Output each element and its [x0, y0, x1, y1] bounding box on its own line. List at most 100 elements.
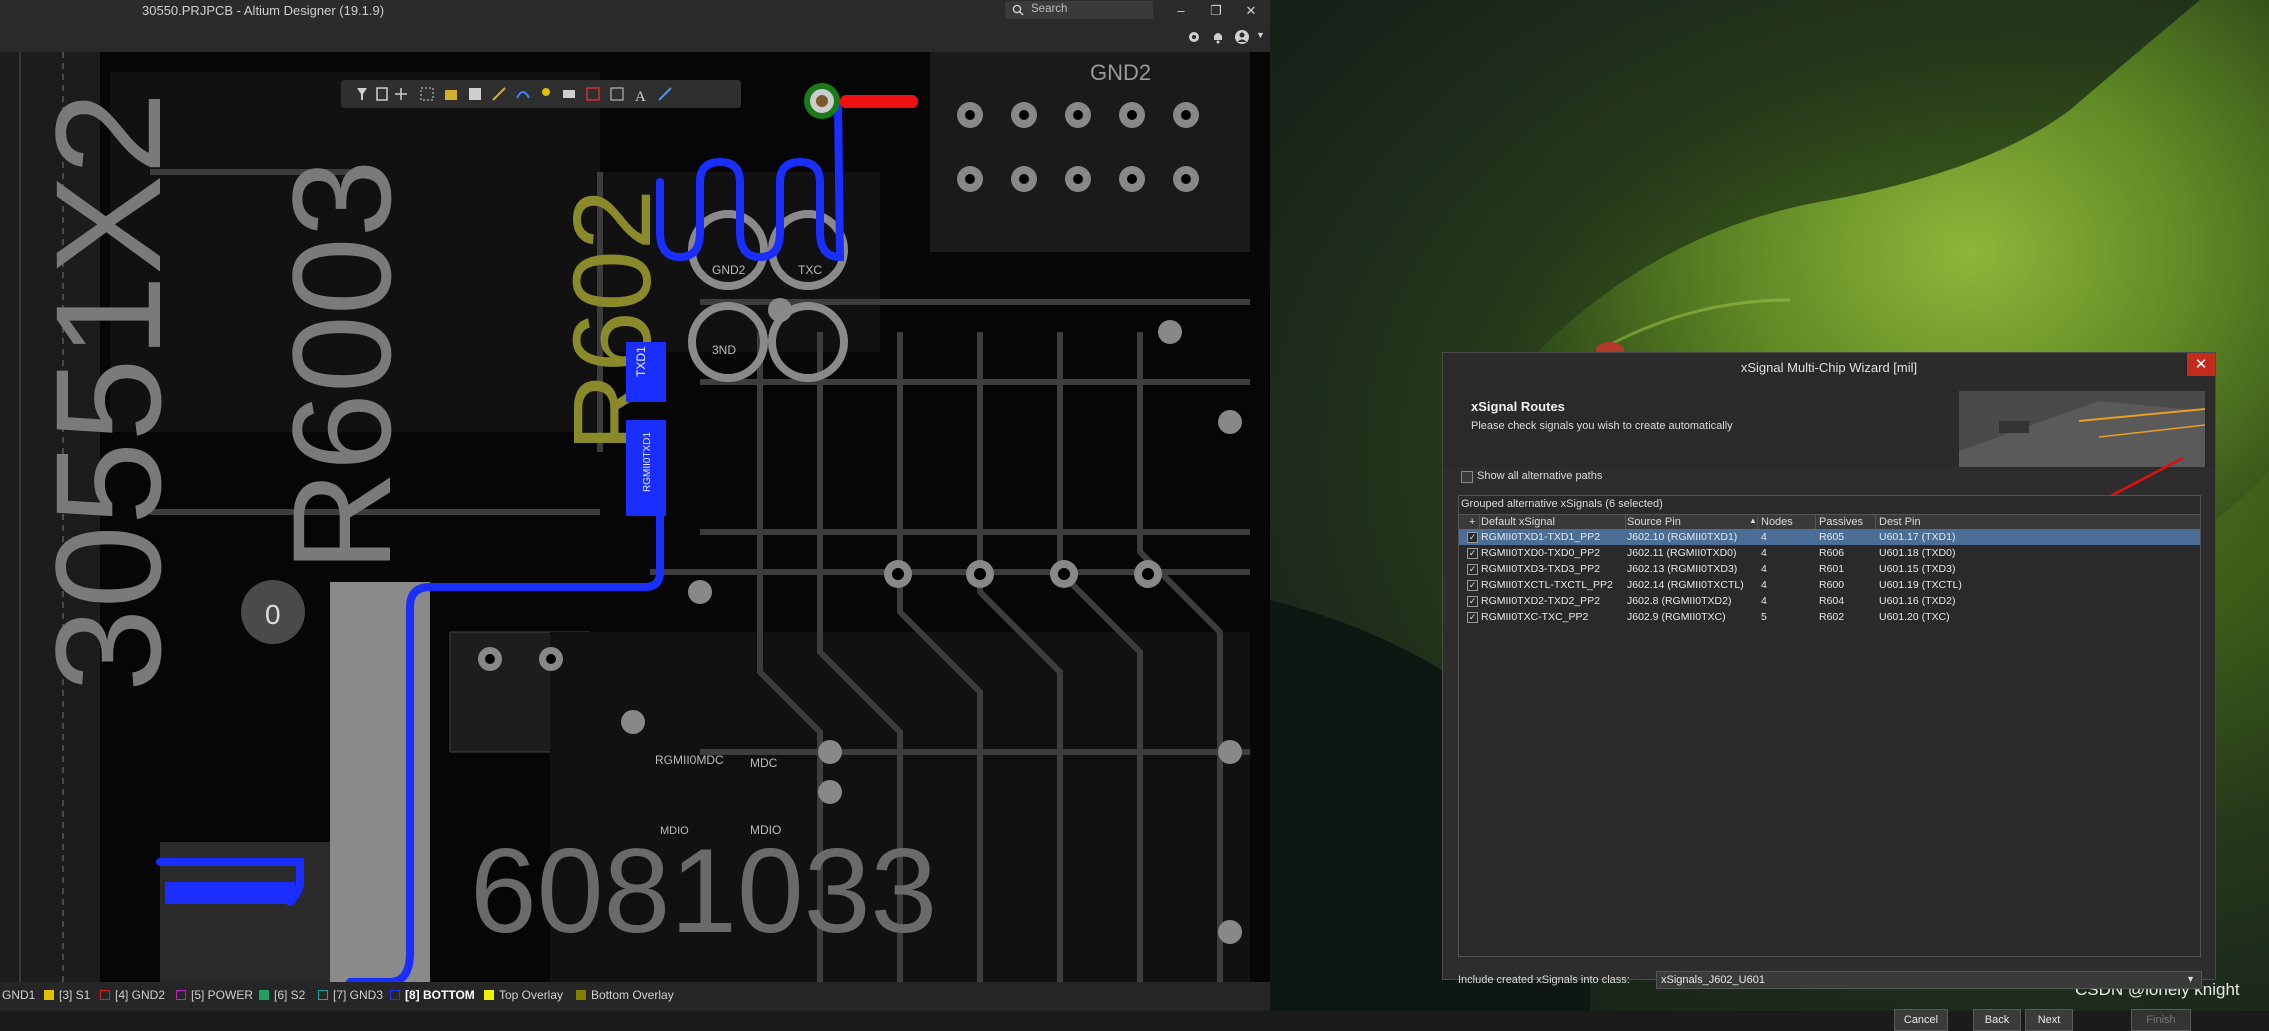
- keepout-icon: [586, 87, 600, 101]
- search-placeholder: Search: [1031, 3, 1068, 15]
- col-source-pin[interactable]: Source Pin: [1627, 516, 1681, 528]
- cross-icon: [395, 88, 407, 100]
- cell-passives: R605: [1819, 531, 1845, 543]
- class-select-value: xSignals_J602_U601: [1661, 974, 1765, 986]
- label-pad-gnd2: GND2: [712, 263, 746, 277]
- back-button[interactable]: Back: [1973, 1009, 2021, 1031]
- cell-signal: RGMII0TXD3-TXD3_PP2: [1481, 563, 1601, 575]
- table-row[interactable]: ✓ RGMII0TXC-TXC_PP2 J602.9 (RGMII0TXC) 5…: [1459, 609, 2200, 625]
- cell-nodes: 4: [1761, 579, 1767, 591]
- label-rgmii0txd1: RGMII0TXD1: [642, 432, 653, 492]
- row-checkbox[interactable]: ✓: [1467, 612, 1478, 623]
- chevron-down-icon[interactable]: ▼: [1256, 30, 1265, 40]
- finish-button[interactable]: Finish: [2131, 1009, 2191, 1031]
- pcb-canvas[interactable]: 30551X2 R6003 R602 6081033 GND2 GND2 TXC…: [0, 52, 1270, 982]
- cell-nodes: 4: [1761, 547, 1767, 559]
- restore-button[interactable]: ❐: [1205, 2, 1227, 20]
- layer-tab-s2[interactable]: [6] S2: [259, 988, 305, 1005]
- altium-window: 30550.PRJPCB - Altium Designer (19.1.9) …: [0, 0, 1270, 1011]
- layer-tab-top-overlay[interactable]: Top Overlay: [484, 988, 563, 1005]
- silk-text-yellow: R602: [551, 189, 674, 452]
- col-default-xsignal[interactable]: Default xSignal: [1481, 516, 1555, 528]
- cell-signal: RGMII0TXC-TXC_PP2: [1481, 611, 1589, 623]
- layer-tab-s1[interactable]: [3] S1: [44, 988, 90, 1005]
- label-gnd2-top: GND2: [1090, 60, 1151, 85]
- row-checkbox[interactable]: ✓: [1467, 532, 1478, 543]
- via-icon: [542, 88, 550, 96]
- table-row[interactable]: ✓ RGMII0TXD1-TXD1_PP2 J602.10 (RGMII0TXD…: [1459, 529, 2200, 545]
- gear-icon[interactable]: [1186, 29, 1202, 45]
- close-window-button[interactable]: ✕: [1240, 2, 1262, 20]
- cell-dest: U601.17 (TXD1): [1879, 531, 1956, 543]
- cell-source: J602.8 (RGMII0TXD2): [1627, 595, 1732, 607]
- layer-tab-bottom-overlay[interactable]: Bottom Overlay: [576, 988, 674, 1005]
- layer-swatch: [318, 990, 328, 1000]
- cell-passives: R602: [1819, 611, 1845, 623]
- pcb-drawing: 30551X2 R6003 R602 6081033 GND2 GND2 TXC…: [0, 52, 1270, 982]
- dialog-title-bar: xSignal Multi-Chip Wizard [mil] ✕: [1443, 353, 2215, 381]
- layer-tab-gnd2[interactable]: [4] GND2: [100, 988, 165, 1005]
- cell-nodes: 4: [1761, 531, 1767, 543]
- layer-swatch: [576, 990, 586, 1000]
- row-checkbox[interactable]: ✓: [1467, 548, 1478, 559]
- col-dest-pin[interactable]: Dest Pin: [1879, 516, 1921, 528]
- table-row[interactable]: ✓ RGMII0TXCTL-TXCTL_PP2 J602.14 (RGMII0T…: [1459, 577, 2200, 593]
- minimize-button[interactable]: –: [1170, 2, 1192, 20]
- search-box[interactable]: Search: [1005, 1, 1153, 19]
- align-icon: [445, 90, 457, 100]
- dialog-close-button[interactable]: ✕: [2187, 353, 2215, 376]
- cell-dest: U601.20 (TXC): [1879, 611, 1950, 623]
- cell-passives: R606: [1819, 547, 1845, 559]
- label-mdc: MDC: [750, 756, 778, 770]
- silk-text-mid: R6003: [263, 159, 420, 572]
- user-account-icon[interactable]: [1234, 29, 1250, 45]
- label-pad-3nd: 3ND: [712, 343, 736, 357]
- silk-text-left: 30551X2: [24, 91, 192, 692]
- layer-swatch: [176, 990, 186, 1000]
- bell-icon[interactable]: [1210, 29, 1226, 45]
- title-bar: 30550.PRJPCB - Altium Designer (19.1.9) …: [0, 0, 1270, 22]
- table-row[interactable]: ✓ RGMII0TXD3-TXD3_PP2 J602.13 (RGMII0TXD…: [1459, 561, 2200, 577]
- page-heading: xSignal Routes: [1471, 399, 1565, 414]
- cell-dest: U601.18 (TXD0): [1879, 547, 1956, 559]
- cell-signal: RGMII0TXD1-TXD1_PP2: [1481, 531, 1601, 543]
- label-circle-zero: 0: [265, 599, 281, 630]
- next-button[interactable]: Next: [2025, 1009, 2073, 1031]
- cell-nodes: 4: [1761, 595, 1767, 607]
- layer-tab-gnd3[interactable]: [7] GND3: [318, 988, 383, 1005]
- cell-source: J602.11 (RGMII0TXD0): [1627, 547, 1737, 559]
- cell-dest: U601.19 (TXCTL): [1879, 579, 1962, 591]
- layer-swatch: [44, 990, 54, 1000]
- chevron-down-icon[interactable]: ▼: [2186, 974, 2195, 984]
- row-checkbox[interactable]: ✓: [1467, 596, 1478, 607]
- label-rgmii0mdc: RGMII0MDC: [655, 753, 724, 767]
- col-nodes[interactable]: Nodes: [1761, 516, 1793, 528]
- layer-tab-gnd1[interactable]: GND1: [2, 988, 35, 1005]
- table-row[interactable]: ✓ RGMII0TXD0-TXD0_PP2 J602.11 (RGMII0TXD…: [1459, 545, 2200, 561]
- cell-signal: RGMII0TXCTL-TXCTL_PP2: [1481, 579, 1613, 591]
- table-row[interactable]: ✓ RGMII0TXD2-TXD2_PP2 J602.8 (RGMII0TXD2…: [1459, 593, 2200, 609]
- col-expand[interactable]: +: [1469, 516, 1475, 528]
- layer-swatch: [390, 990, 400, 1000]
- class-select[interactable]: xSignals_J602_U601 ▼: [1656, 971, 2202, 989]
- layer-swatch: [259, 990, 269, 1000]
- select-icon: [376, 87, 388, 101]
- cell-source: J602.9 (RGMII0TXC): [1627, 611, 1726, 623]
- sort-icon[interactable]: ▲: [1749, 516, 1757, 525]
- label-mdio-bottom: MDIO: [660, 825, 689, 837]
- fill-icon: [563, 90, 575, 98]
- row-checkbox[interactable]: ✓: [1467, 564, 1478, 575]
- layer-tab-power[interactable]: [5] POWER: [176, 988, 253, 1005]
- cell-source: J602.10 (RGMII0TXD1): [1627, 531, 1738, 543]
- secondary-toolbar: ▼: [0, 22, 1270, 52]
- label-txd1: TXD1: [634, 346, 648, 377]
- cell-nodes: 4: [1761, 563, 1767, 575]
- class-label: Include created xSignals into class:: [1458, 974, 1630, 986]
- col-passives[interactable]: Passives: [1819, 516, 1863, 528]
- row-checkbox[interactable]: ✓: [1467, 580, 1478, 591]
- grid-caption: Grouped alternative xSignals (6 selected…: [1461, 498, 1663, 510]
- layer-tab-bottom[interactable]: [8] BOTTOM: [390, 988, 475, 1005]
- page-subheading: Please check signals you wish to create …: [1471, 420, 1733, 432]
- cancel-button[interactable]: Cancel: [1894, 1009, 1948, 1031]
- show-alt-checkbox[interactable]: [1461, 471, 1473, 483]
